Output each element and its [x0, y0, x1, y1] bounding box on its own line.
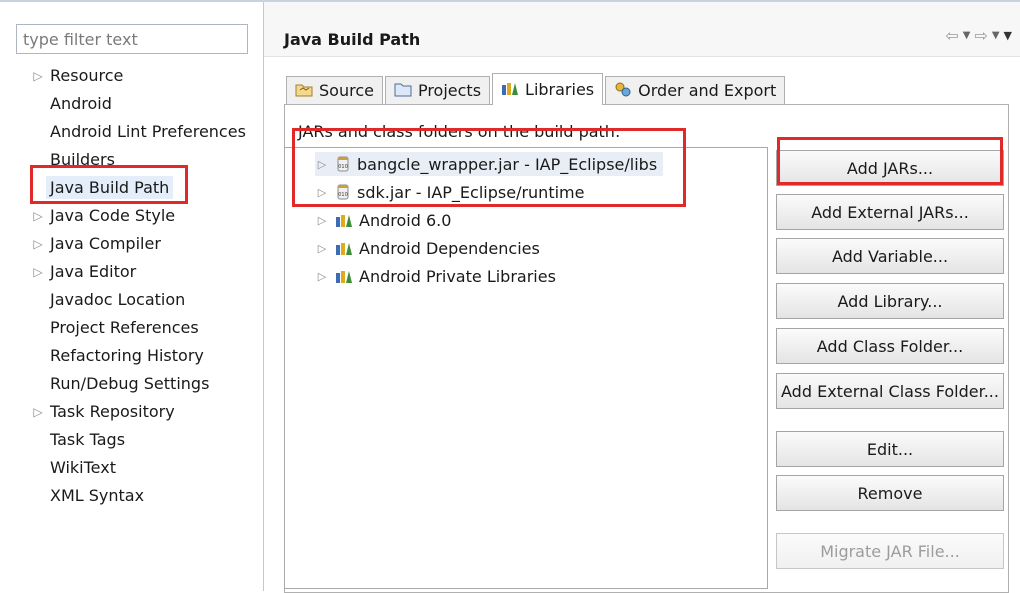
expand-arrow-icon[interactable]: ▷ — [30, 202, 46, 230]
forward-dropdown-icon[interactable]: ▼ — [992, 30, 1000, 45]
page-header: Java Build Path ⇦ ▼ ⇨ ▼ ▼ — [264, 2, 1020, 57]
nav-item-task-tags[interactable]: Task Tags — [30, 426, 246, 454]
nav-item-run-debug-settings[interactable]: Run/Debug Settings — [30, 370, 246, 398]
properties-nav-tree: ▷ Resource Android Android Lint Preferenc… — [30, 62, 246, 510]
jar-icon: 010 — [335, 184, 351, 200]
migrate-jar-file-button[interactable]: Migrate JAR File... — [776, 533, 1004, 569]
expand-arrow-icon[interactable]: ▷ — [315, 242, 329, 255]
add-library-button[interactable]: Add Library... — [776, 283, 1004, 319]
expand-arrow-icon[interactable]: ▷ — [315, 214, 329, 227]
nav-item-task-repository[interactable]: ▷ Task Repository — [30, 398, 246, 426]
expand-arrow-icon[interactable]: ▷ — [315, 270, 329, 283]
nav-item-builders[interactable]: Builders — [30, 146, 246, 174]
page-title: Java Build Path — [284, 30, 421, 49]
edit-button[interactable]: Edit... — [776, 431, 1004, 467]
remove-button[interactable]: Remove — [776, 475, 1004, 511]
expand-arrow-icon[interactable]: ▷ — [30, 62, 46, 90]
expand-arrow-icon[interactable]: ▷ — [30, 258, 46, 286]
nav-item-resource[interactable]: ▷ Resource — [30, 62, 246, 90]
library-icon — [335, 240, 353, 256]
expand-arrow-icon[interactable]: ▷ — [30, 398, 46, 426]
nav-item-android-lint-preferences[interactable]: Android Lint Preferences — [30, 118, 246, 146]
expand-arrow-icon[interactable]: ▷ — [315, 158, 329, 171]
nav-item-android[interactable]: Android — [30, 90, 246, 118]
add-external-jars-button[interactable]: Add External JARs... — [776, 194, 1004, 230]
nav-item-wikitext[interactable]: WikiText — [30, 454, 246, 482]
nav-item-java-compiler[interactable]: ▷ Java Compiler — [30, 230, 246, 258]
library-row-bangcle-wrapper[interactable]: ▷ 010 bangcle_wrapper.jar - IAP_Eclipse/… — [315, 152, 664, 176]
tab-libraries[interactable]: Libraries — [492, 73, 604, 105]
add-external-class-folder-button[interactable]: Add External Class Folder... — [776, 373, 1004, 409]
source-folder-icon — [295, 81, 313, 101]
tab-source[interactable]: Source — [286, 76, 383, 104]
expand-arrow-icon[interactable]: ▷ — [315, 186, 329, 199]
library-icon — [335, 212, 353, 228]
forward-arrow-icon[interactable]: ⇨ — [974, 26, 987, 45]
nav-item-javadoc-location[interactable]: Javadoc Location — [30, 286, 246, 314]
properties-nav-panel: ▷Resource Android Android Lint Preferenc… — [0, 2, 262, 591]
build-path-description: JARs and class folders on the build path… — [298, 122, 621, 141]
library-row-android-dependencies[interactable]: ▷ Android Dependencies — [315, 236, 540, 260]
order-export-icon — [614, 81, 632, 101]
view-menu-icon[interactable]: ▼ — [1004, 29, 1012, 45]
history-nav: ⇦ ▼ ⇨ ▼ ▼ — [945, 26, 1012, 45]
tab-bar: Source Projects Libraries Order and Expo… — [286, 73, 787, 105]
libraries-icon — [501, 80, 519, 100]
expand-arrow-icon[interactable]: ▷ — [30, 230, 46, 258]
library-icon — [335, 268, 353, 284]
projects-folder-icon — [394, 81, 412, 101]
add-class-folder-button[interactable]: Add Class Folder... — [776, 328, 1004, 364]
back-dropdown-icon[interactable]: ▼ — [963, 30, 971, 45]
nav-item-java-build-path[interactable]: Java Build Path — [30, 174, 246, 202]
nav-item-project-references[interactable]: Project References — [30, 314, 246, 342]
jar-icon: 010 — [335, 156, 351, 172]
nav-item-java-code-style[interactable]: ▷ Java Code Style — [30, 202, 246, 230]
build-path-page: Java Build Path ⇦ ▼ ⇨ ▼ ▼ Source Project… — [264, 2, 1020, 593]
filter-input[interactable] — [16, 24, 248, 54]
tab-order-and-export[interactable]: Order and Export — [605, 76, 786, 104]
nav-item-refactoring-history[interactable]: Refactoring History — [30, 342, 246, 370]
libraries-tree[interactable]: ▷ 010 bangcle_wrapper.jar - IAP_Eclipse/… — [284, 147, 768, 589]
svg-text:010: 010 — [338, 164, 348, 170]
svg-text:010: 010 — [338, 192, 348, 198]
nav-item-java-editor[interactable]: ▷ Java Editor — [30, 258, 246, 286]
library-row-android-private-libraries[interactable]: ▷ Android Private Libraries — [315, 264, 556, 288]
tab-projects[interactable]: Projects — [384, 76, 491, 104]
library-row-android-6[interactable]: ▷ Android 6.0 — [315, 208, 452, 232]
add-jars-button[interactable]: Add JARs... — [776, 150, 1004, 186]
back-arrow-icon[interactable]: ⇦ — [945, 26, 958, 45]
add-variable-button[interactable]: Add Variable... — [776, 238, 1004, 274]
nav-item-xml-syntax[interactable]: XML Syntax — [30, 482, 246, 510]
library-row-sdk-jar[interactable]: ▷ 010 sdk.jar - IAP_Eclipse/runtime — [315, 180, 585, 204]
